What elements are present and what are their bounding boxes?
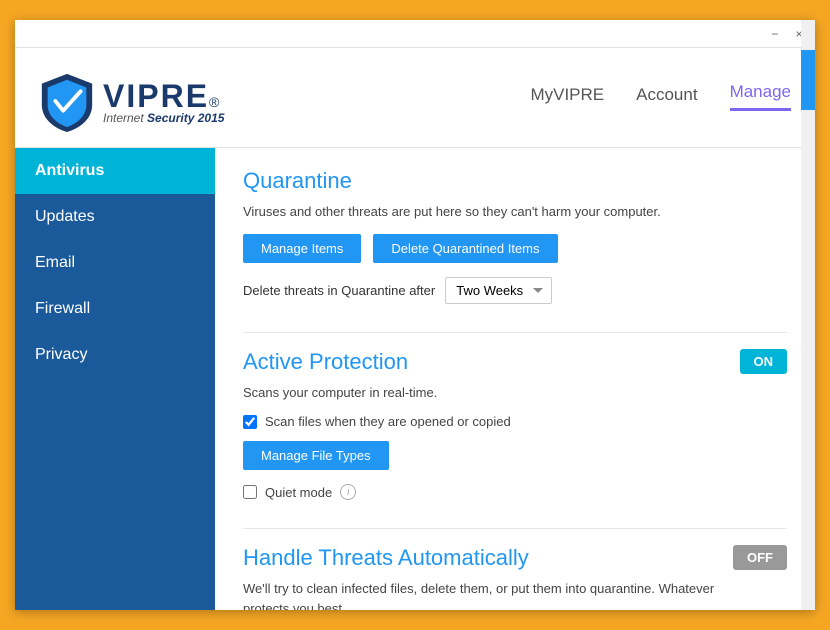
handle-threats-section: Handle Threats Automatically We'll try t…	[243, 545, 787, 610]
logo-text: VIPRE® Internet Security 2015	[103, 78, 224, 125]
sidebar: Antivirus Updates Email Firewall Privacy	[15, 148, 215, 610]
quarantine-description: Viruses and other threats are put here s…	[243, 202, 787, 222]
sidebar-item-antivirus[interactable]: Antivirus	[15, 148, 215, 194]
nav-myvipre[interactable]: MyVIPRE	[530, 85, 604, 111]
nav-links: MyVIPRE Account Manage	[530, 82, 791, 121]
handle-threats-toggle[interactable]: OFF	[733, 545, 787, 570]
app-window: − × VIPRE® Internet Security 2015 MyVIPR…	[15, 20, 815, 610]
header: VIPRE® Internet Security 2015 MyVIPRE Ac…	[15, 48, 815, 148]
quarantine-btn-row: Manage Items Delete Quarantined Items	[243, 234, 787, 263]
scan-files-checkbox[interactable]	[243, 415, 257, 429]
scrollbar-track	[801, 148, 815, 610]
active-protection-toggle[interactable]: ON	[740, 349, 788, 374]
delete-quarantined-button[interactable]: Delete Quarantined Items	[373, 234, 557, 263]
handle-threats-title: Handle Threats Automatically	[243, 545, 733, 571]
scan-files-row: Scan files when they are opened or copie…	[243, 414, 740, 429]
minimize-button[interactable]: −	[767, 26, 783, 42]
sidebar-item-privacy[interactable]: Privacy	[15, 332, 215, 378]
active-protection-section: Active Protection Scans your computer in…	[243, 349, 787, 501]
content-area: Quarantine Viruses and other threats are…	[215, 148, 815, 610]
logo-brand: VIPRE	[103, 78, 209, 115]
quiet-mode-row: Quiet mode i	[243, 484, 740, 500]
scan-files-label: Scan files when they are opened or copie…	[265, 414, 511, 429]
quiet-mode-checkbox[interactable]	[243, 485, 257, 499]
divider-2	[243, 528, 787, 529]
active-protection-description: Scans your computer in real-time.	[243, 383, 740, 403]
handle-threats-header: Handle Threats Automatically We'll try t…	[243, 545, 787, 610]
quarantine-section: Quarantine Viruses and other threats are…	[243, 168, 787, 304]
sidebar-item-firewall[interactable]: Firewall	[15, 286, 215, 332]
active-protection-content: Active Protection Scans your computer in…	[243, 349, 740, 501]
quarantine-timeframe-select[interactable]: Two Weeks One Week One Month Never	[445, 277, 552, 304]
sidebar-item-updates[interactable]: Updates	[15, 194, 215, 240]
handle-threats-content: Handle Threats Automatically We'll try t…	[243, 545, 733, 610]
quiet-mode-label: Quiet mode	[265, 485, 332, 500]
active-protection-title: Active Protection	[243, 349, 740, 375]
quarantine-delete-row: Delete threats in Quarantine after Two W…	[243, 277, 787, 304]
nav-account[interactable]: Account	[636, 85, 697, 111]
logo-reg: ®	[209, 94, 219, 110]
quiet-mode-info-icon[interactable]: i	[340, 484, 356, 500]
handle-threats-description: We'll try to clean infected files, delet…	[243, 579, 733, 610]
titlebar: − ×	[15, 20, 815, 48]
nav-manage[interactable]: Manage	[730, 82, 791, 111]
manage-file-types-row: Manage File Types	[243, 441, 740, 470]
manage-file-types-button[interactable]: Manage File Types	[243, 441, 389, 470]
main-layout: Antivirus Updates Email Firewall Privacy…	[15, 148, 815, 610]
divider-1	[243, 332, 787, 333]
logo-area: VIPRE® Internet Security 2015	[39, 72, 530, 132]
manage-items-button[interactable]: Manage Items	[243, 234, 361, 263]
vipre-shield-icon	[39, 72, 95, 132]
sidebar-item-email[interactable]: Email	[15, 240, 215, 286]
quarantine-delete-label: Delete threats in Quarantine after	[243, 283, 435, 298]
quarantine-title: Quarantine	[243, 168, 787, 194]
active-protection-header: Active Protection Scans your computer in…	[243, 349, 787, 501]
